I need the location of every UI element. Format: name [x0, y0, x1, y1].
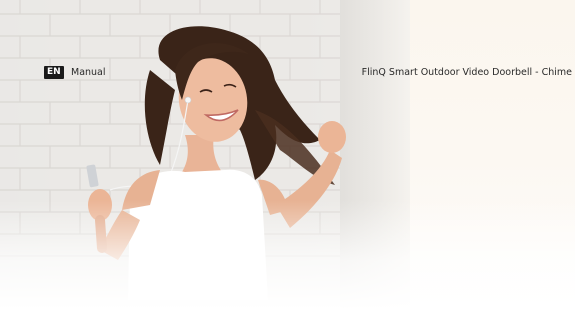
document-type-label: Manual: [71, 67, 106, 78]
cover-photo: [0, 0, 575, 310]
language-badge: EN: [44, 66, 64, 79]
manual-cover-page: EN Manual FlinQ Smart Outdoor Video Door…: [0, 0, 575, 310]
bottom-fade: [0, 200, 575, 310]
product-title: FlinQ Smart Outdoor Video Doorbell - Chi…: [361, 67, 572, 78]
